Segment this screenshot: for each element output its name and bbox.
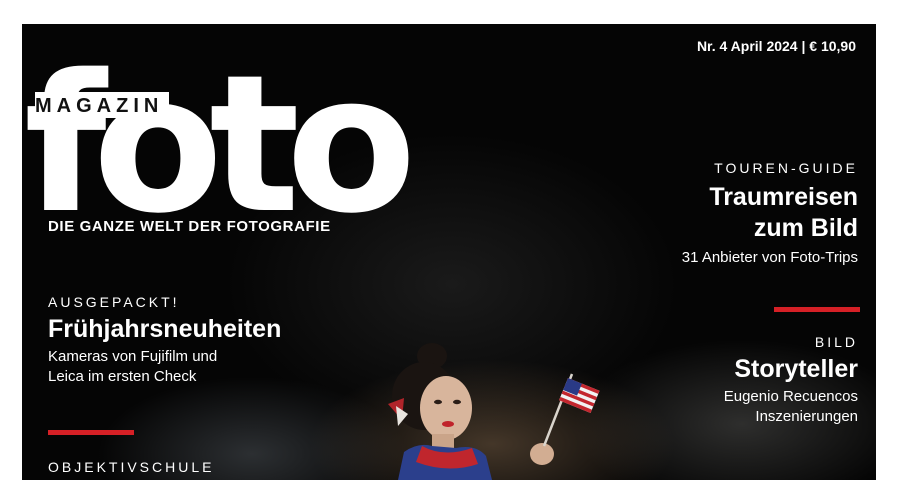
story-subtitle: 31 Anbieter von Foto-Trips bbox=[681, 249, 858, 266]
story-kicker: OBJEKTIVSCHULE bbox=[48, 459, 215, 475]
story-subtitle: Kameras von Fujifilm und bbox=[48, 348, 218, 365]
story-headline: Traumreisen bbox=[709, 183, 858, 211]
story-touren-guide: TOUREN-GUIDE Traumreisen zum Bild 31 Anb… bbox=[682, 160, 858, 268]
issue-info: Nr. 4 April 2024 | € 10,90 bbox=[696, 38, 856, 54]
story-objektivschule: OBJEKTIVSCHULE bbox=[48, 459, 214, 475]
red-divider bbox=[48, 430, 134, 435]
magazine-slogan: DIE GANZE WELT DER FOTOGRAFIE bbox=[48, 218, 331, 235]
red-divider bbox=[774, 307, 860, 312]
story-headline: Frühjahrsneuheiten bbox=[48, 315, 282, 343]
story-kicker: TOUREN-GUIDE bbox=[714, 160, 858, 176]
story-bild: BILD Storyteller Eugenio Recuencos Insze… bbox=[724, 334, 858, 427]
story-ausgepackt: AUSGEPACKT! Frühjahrsneuheiten Kameras v… bbox=[48, 294, 281, 387]
cover-photo-woman-with-flag bbox=[388, 343, 600, 480]
story-subtitle: Inszenierungen bbox=[755, 408, 858, 425]
story-headline: Storyteller bbox=[734, 355, 858, 383]
logo-wordmark: foto bbox=[24, 34, 409, 224]
story-kicker: BILD bbox=[814, 334, 858, 350]
foto-logo: foto bbox=[24, 34, 423, 224]
story-headline: zum Bild bbox=[753, 214, 858, 242]
magazine-page: foto MAGAZIN DIE GANZE WELT DER FOTOGRAF… bbox=[0, 0, 900, 480]
magazine-cover: foto MAGAZIN DIE GANZE WELT DER FOTOGRAF… bbox=[22, 24, 876, 480]
logo-label: MAGAZIN bbox=[35, 92, 170, 118]
story-subtitle: Leica im ersten Check bbox=[48, 368, 197, 385]
story-subtitle: Eugenio Recuencos bbox=[723, 388, 858, 405]
story-kicker: AUSGEPACKT! bbox=[48, 294, 180, 310]
